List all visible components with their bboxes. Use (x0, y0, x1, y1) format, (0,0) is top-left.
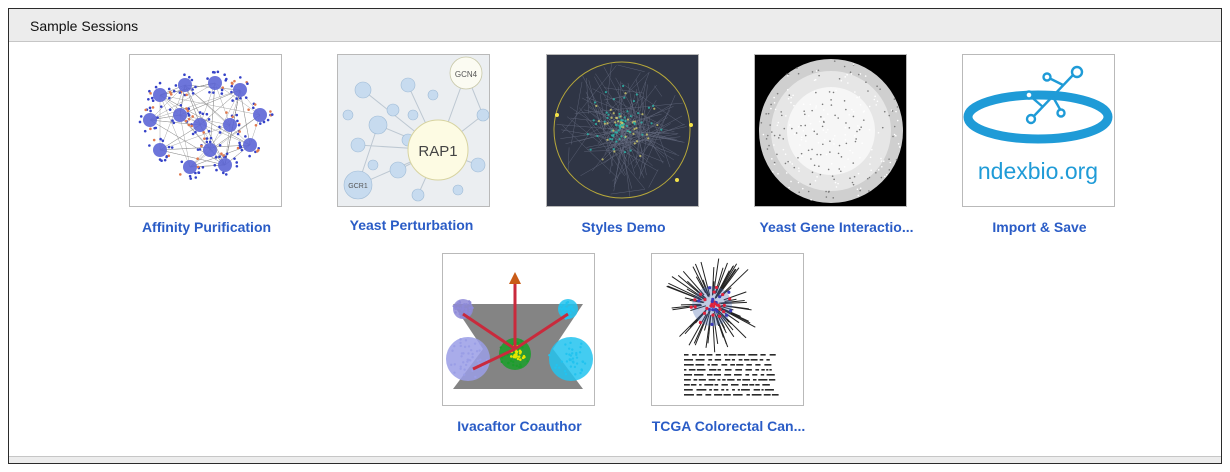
session-label[interactable]: Yeast Gene Interactio... (744, 219, 929, 235)
affinity-purification-thumbnail[interactable] (129, 54, 282, 207)
node-label: GCR1 (348, 183, 368, 190)
session-label[interactable]: TCGA Colorectal Can... (636, 418, 821, 434)
ndex-logo-text: ndexbio.org (978, 158, 1098, 184)
tcga-colorectal-thumbnail[interactable] (651, 253, 804, 406)
panel-title: Sample Sessions (30, 18, 139, 34)
session-label[interactable]: Import & Save (947, 219, 1132, 235)
session-label[interactable]: Styles Demo (531, 219, 716, 235)
yeast-perturbation-thumbnail[interactable]: RAP1 GCN4 GCR1 (337, 54, 490, 207)
session-label[interactable]: Yeast Perturbation (319, 217, 504, 233)
panel-header: Sample Sessions (9, 9, 1221, 42)
panel-footer (9, 456, 1221, 463)
import-save-thumbnail[interactable]: ndexbio.org (962, 54, 1115, 207)
node-label: GCN4 (455, 70, 478, 79)
session-label[interactable]: Ivacaftor Coauthor (427, 418, 612, 434)
styles-demo-thumbnail[interactable] (546, 54, 699, 207)
sample-sessions-panel: Sample Sessions Affinity Purification RA… (8, 8, 1222, 464)
ivacaftor-coauthor-thumbnail[interactable] (442, 253, 595, 406)
yeast-gene-interaction-thumbnail[interactable] (754, 54, 907, 207)
session-label[interactable]: Affinity Purification (114, 219, 299, 235)
hub-node-label: RAP1 (418, 143, 457, 160)
